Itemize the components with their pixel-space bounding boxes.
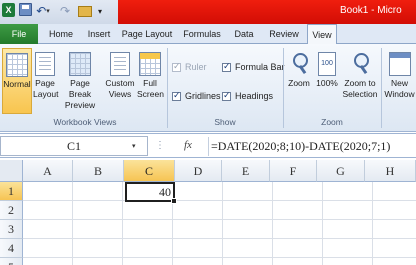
full-screen-label-1: Full	[143, 78, 157, 88]
formula-bar-check-icon	[222, 61, 231, 72]
column-header-e[interactable]: E	[222, 160, 270, 182]
zoom-100-label: 100%	[316, 78, 338, 88]
zoom-icon	[290, 52, 308, 76]
fill-handle[interactable]	[171, 198, 177, 204]
full-screen-icon	[139, 52, 161, 76]
column-header-b[interactable]: B	[73, 160, 124, 182]
row-header-3[interactable]: 3	[0, 220, 23, 239]
formula-bar-checkbox[interactable]: Formula Bar	[222, 61, 285, 72]
ruler-label: Ruler	[185, 62, 207, 72]
ribbon-view: Normal Page Layout Page Break Preview Cu…	[0, 44, 416, 132]
group-label-show: Show	[214, 117, 236, 127]
custom-views-button[interactable]: Custom Views	[104, 52, 136, 100]
formula-bar-splitter-icon[interactable]: ⋮	[155, 140, 166, 151]
headings-checkbox[interactable]: Headings	[222, 90, 274, 101]
save-icon[interactable]	[19, 3, 32, 16]
new-window-button[interactable]: New Window	[383, 52, 416, 100]
ribbon-tabs: File Home Insert Page Layout Formulas Da…	[0, 24, 416, 45]
gridlines-checkbox[interactable]: Gridlines	[172, 90, 221, 101]
undo-dropdown-icon[interactable]: ▾	[46, 7, 50, 15]
column-header-d[interactable]: D	[175, 160, 222, 182]
customize-quick-access-icon[interactable]: ▾	[95, 3, 105, 19]
full-screen-label-2: Screen	[137, 89, 164, 99]
zoom-to-selection-label-1: Zoom to	[344, 78, 376, 88]
active-cell-c1[interactable]: 40	[125, 182, 175, 202]
zoom-to-selection-label-2: Selection	[342, 89, 378, 99]
tab-view[interactable]: View	[307, 24, 337, 45]
cell-area[interactable]	[23, 182, 416, 265]
tab-home[interactable]: Home	[44, 24, 78, 44]
page-break-preview-button[interactable]: Page Break Preview	[58, 52, 102, 111]
title-bar: X ↶ ▾ ↷ ▾ Book1 - Micro	[0, 0, 416, 24]
custom-views-label-1: Custom	[105, 78, 135, 88]
redo-icon[interactable]: ↷	[58, 3, 72, 19]
formula-input[interactable]: =DATE(2020;8;10)-DATE(2020;7;1)	[208, 137, 416, 156]
row-header-5[interactable]: 5	[0, 258, 23, 265]
undo-icon[interactable]: ↶ ▾	[36, 3, 50, 19]
custom-views-icon	[110, 52, 130, 76]
normal-view-label: Normal	[3, 79, 31, 89]
zoom-100-button[interactable]: 100 100%	[314, 52, 340, 89]
excel-logo-icon[interactable]: X	[2, 3, 15, 17]
column-header-c[interactable]: C	[124, 160, 175, 182]
ruler-check-icon	[172, 61, 181, 72]
column-header-h[interactable]: H	[365, 160, 416, 182]
gridlines-label: Gridlines	[185, 91, 221, 101]
new-window-label-2: Window	[384, 89, 415, 99]
insert-function-icon[interactable]: fx	[184, 139, 192, 151]
headings-label: Headings	[235, 91, 274, 101]
window-title: Book1 - Micro	[340, 5, 402, 16]
tab-formulas[interactable]: Formulas	[181, 24, 223, 44]
full-screen-button[interactable]: Full Screen	[137, 52, 164, 100]
column-header-f[interactable]: F	[270, 160, 317, 182]
headings-check-icon	[222, 90, 231, 101]
tab-data[interactable]: Data	[231, 24, 257, 44]
name-box[interactable]: C1	[0, 136, 148, 156]
normal-view-icon	[6, 53, 28, 77]
page-break-preview-icon	[69, 52, 91, 76]
ribbon-separator	[283, 48, 284, 128]
tab-review[interactable]: Review	[266, 24, 302, 44]
normal-view-button[interactable]: Normal	[2, 48, 32, 114]
group-label-workbook-views: Workbook Views	[53, 117, 117, 127]
page-layout-label-1: Page	[35, 78, 55, 88]
row-header-2[interactable]: 2	[0, 201, 23, 220]
zoom-to-selection-button[interactable]: Zoom to Selection	[341, 52, 379, 100]
ribbon-separator	[381, 48, 382, 128]
zoom-to-selection-icon	[351, 52, 369, 76]
column-header-g[interactable]: G	[317, 160, 365, 182]
page-layout-label-2: Layout	[33, 89, 59, 99]
tab-page-layout[interactable]: Page Layout	[121, 24, 173, 44]
tab-file[interactable]: File	[0, 24, 38, 44]
formula-bar: C1 ▾ ⋮ fx =DATE(2020;8;10)-DATE(2020;7;1…	[0, 133, 416, 158]
page-layout-view-button[interactable]: Page Layout	[33, 52, 59, 100]
zoom-100-icon: 100	[318, 52, 336, 76]
new-window-icon	[388, 52, 411, 76]
ruler-checkbox[interactable]: Ruler	[172, 61, 207, 72]
page-break-label-1: Page Break	[68, 78, 92, 99]
formula-bar-label: Formula Bar	[235, 62, 285, 72]
group-label-zoom: Zoom	[321, 117, 343, 127]
open-folder-icon[interactable]	[78, 6, 92, 17]
ribbon-separator	[167, 48, 168, 128]
worksheet-grid: A B C D E F G H 1 2 3 4 5 40	[0, 160, 416, 265]
row-header-4[interactable]: 4	[0, 239, 23, 258]
page-layout-icon	[35, 52, 55, 76]
new-window-label-1: New	[390, 78, 408, 88]
row-header-1[interactable]: 1	[0, 182, 23, 201]
gridlines-check-icon	[172, 90, 181, 101]
page-break-label-2: Preview	[64, 100, 96, 110]
column-header-a[interactable]: A	[23, 160, 73, 182]
tab-insert[interactable]: Insert	[82, 24, 116, 44]
zoom-button[interactable]: Zoom	[287, 52, 311, 89]
name-box-dropdown-icon[interactable]: ▾	[132, 142, 136, 150]
zoom-label: Zoom	[288, 78, 310, 88]
select-all-button[interactable]	[0, 160, 23, 182]
custom-views-label-2: Views	[108, 89, 132, 99]
